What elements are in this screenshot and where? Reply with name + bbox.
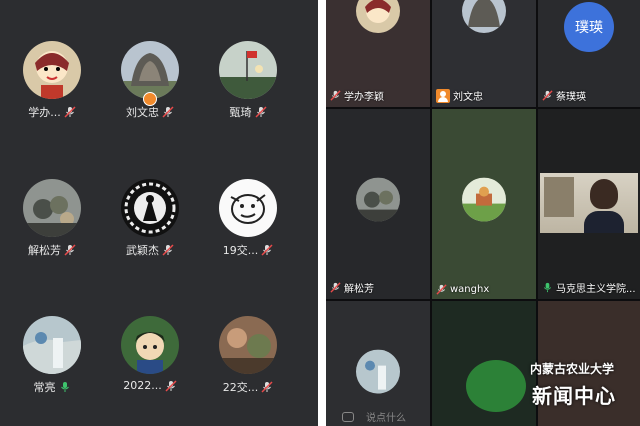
mic-muted-icon: [162, 106, 174, 118]
mic-muted-icon: [165, 379, 177, 392]
participant-name: 解松芳: [28, 244, 61, 257]
video-tile[interactable]: 璞瑛 蔡璞瑛: [538, 0, 640, 107]
person-hair-shape: [590, 179, 618, 209]
person-body-shape: [584, 211, 624, 233]
participant-name: 武颖杰: [126, 244, 159, 257]
video-tile[interactable]: 解松芳: [326, 109, 430, 299]
camera-video-feed: [540, 173, 638, 233]
participant-name: 19交...: [222, 244, 259, 257]
participant-item[interactable]: 刘文忠: [100, 41, 200, 120]
participant-name: 学办...: [28, 106, 61, 119]
tile-name: 学办李颖: [344, 92, 384, 103]
participant-name: 常亮: [33, 381, 56, 394]
video-tile[interactable]: 学办李颖: [326, 0, 430, 107]
participant-item[interactable]: 武颖杰: [100, 179, 200, 258]
flowers-photo-icon: [356, 177, 400, 222]
participant-item[interactable]: 22交...: [198, 316, 298, 395]
participant-item[interactable]: 常亮: [2, 316, 102, 395]
tile-name: wanghx: [450, 284, 490, 295]
video-grid-panel: 学办李颖 刘文忠 璞瑛 蔡璞瑛 解松芳 wanghx 马克思主义学院... 说点…: [326, 0, 640, 426]
news-watermark: 内蒙古农业大学 新闻中心: [466, 356, 636, 416]
watermark-line1: 内蒙古农业大学: [530, 362, 615, 376]
text-avatar: 璞瑛: [564, 2, 614, 52]
waterfall-photo-icon: [23, 316, 81, 374]
garden-photo-icon: [219, 316, 277, 374]
cartoon-girl-icon: [23, 41, 81, 99]
video-tile[interactable]: 马克思主义学院...: [538, 109, 640, 299]
participant-item[interactable]: 学办...: [2, 41, 102, 120]
person-badge-icon: [436, 88, 450, 103]
video-tile[interactable]: 刘文忠: [432, 0, 536, 107]
watermark-line2: 新闻中心: [532, 384, 616, 408]
participant-name: 刘文忠: [126, 106, 159, 119]
mic-muted-icon: [261, 244, 273, 256]
bookshelf-shape: [544, 177, 574, 217]
sketch-cartoon-icon: [219, 179, 277, 237]
mic-muted-icon: [330, 90, 341, 101]
flag-sunset-icon: [219, 41, 277, 99]
tree-photo-icon: [121, 41, 179, 99]
host-badge-icon: [143, 92, 157, 106]
anime-character-icon: [121, 316, 179, 374]
comment-hint-text: 说点什么: [366, 413, 406, 424]
tile-name: 刘文忠: [453, 92, 483, 103]
papercut-icon: [121, 179, 179, 237]
tile-name: 蔡璞瑛: [556, 92, 586, 103]
participant-name: 2022...: [123, 379, 162, 392]
participant-grid-panel: 学办... 刘文忠 甄琦 解松芳 武颖杰 19交... 常亮 2022... 2…: [0, 0, 318, 426]
mic-muted-icon: [162, 244, 174, 256]
participant-item[interactable]: 解松芳: [2, 179, 102, 258]
participant-item[interactable]: 2022...: [100, 316, 200, 392]
mic-muted-icon: [542, 90, 553, 101]
video-tile[interactable]: wanghx: [432, 109, 536, 299]
comment-hint[interactable]: 说点什么: [342, 409, 406, 424]
mic-muted-icon: [64, 244, 76, 256]
mic-muted-icon: [436, 284, 447, 295]
mic-muted-icon: [254, 106, 267, 118]
waterfall-photo-icon: [356, 349, 400, 394]
participant-item[interactable]: 甄琦: [198, 41, 298, 120]
tile-name: 解松芳: [344, 284, 374, 295]
panel-divider: [318, 0, 326, 426]
tile-name: 马克思主义学院...: [556, 284, 636, 295]
playground-photo-icon: [462, 177, 506, 222]
chat-bubble-icon: [342, 411, 354, 422]
mic-on-icon: [60, 382, 69, 392]
participant-name: 22交...: [222, 381, 259, 394]
video-tile[interactable]: [326, 301, 430, 426]
tree-photo-icon: [462, 0, 506, 33]
mic-muted-icon: [330, 282, 341, 293]
cartoon-girl-icon: [356, 0, 400, 33]
participant-item[interactable]: 19交...: [198, 179, 298, 258]
mic-muted-icon: [64, 106, 76, 118]
mic-muted-icon: [261, 381, 273, 393]
participant-name: 甄琦: [229, 106, 252, 119]
mic-on-icon: [543, 282, 552, 293]
university-logo-icon: [466, 360, 526, 412]
flowers-photo-icon: [23, 179, 81, 237]
